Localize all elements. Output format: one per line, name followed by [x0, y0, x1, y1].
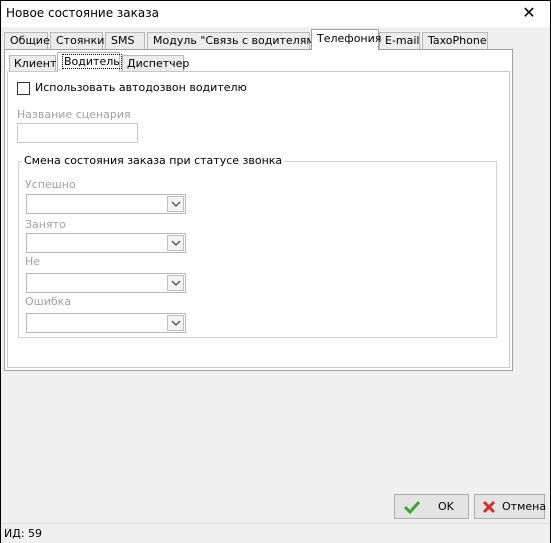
tab-general[interactable]: Общие [4, 32, 50, 50]
driver-panel: Использовать автодозвон водителю Названи… [7, 71, 510, 368]
close-icon[interactable]: ✕ [520, 4, 538, 22]
group-title: Смена состояния заказа при статусе звонк… [22, 154, 285, 167]
tab-dispatcher[interactable]: Диспетчер [122, 55, 189, 72]
tab-label: E-mail [385, 34, 420, 47]
tab-driver[interactable]: Водитель [57, 52, 122, 72]
tab-label: SMS [111, 34, 135, 47]
tab-label: Водитель [62, 54, 122, 69]
scenario-label: Название сценария [17, 108, 131, 121]
tab-label: Диспетчер [127, 57, 190, 70]
combo-label-busy: Занято [25, 218, 66, 231]
client-area: Общие Стоянки SMS Модуль "Связь с водите… [1, 27, 550, 543]
tab-driver-communication[interactable]: Модуль "Связь с водителями" [147, 32, 327, 50]
cancel-button-label: Отмена [502, 500, 547, 513]
button-bar: OK Отмена [1, 493, 550, 521]
chevron-down-icon[interactable] [167, 235, 184, 251]
status-id: ИД: 59 [4, 527, 43, 540]
dialog-window: Новое состояние заказа ✕ Общие Стоянки S… [0, 0, 551, 543]
x-icon [481, 499, 497, 515]
telephony-panel: Клиент Водитель Диспетчер Использовать а… [4, 49, 513, 371]
tab-label: Клиент [14, 57, 57, 70]
ok-button-label: OK [438, 500, 454, 513]
title-bar: Новое состояние заказа ✕ [1, 1, 550, 27]
combo-label-no-answer: Не [25, 255, 41, 268]
tab-sms[interactable]: SMS [105, 32, 145, 50]
cancel-button[interactable]: Отмена [474, 494, 547, 519]
status-bar: ИД: 59 [1, 523, 550, 543]
chevron-down-icon[interactable] [167, 196, 184, 212]
tab-label: TaxoPhone [428, 34, 487, 47]
combo-label-error: Ошибка [25, 295, 72, 308]
tab-email[interactable]: E-mail [379, 32, 420, 50]
autodial-checkbox[interactable] [17, 82, 30, 95]
scenario-input[interactable] [17, 123, 138, 143]
window-title: Новое состояние заказа [6, 6, 159, 20]
tab-telephony[interactable]: Телефония [311, 29, 382, 50]
tab-client[interactable]: Клиент [9, 55, 56, 72]
tab-parkings[interactable]: Стоянки [50, 32, 105, 50]
tab-label: Общие [10, 34, 50, 47]
ok-button[interactable]: OK [394, 494, 469, 519]
chevron-down-icon[interactable] [167, 275, 184, 291]
combo-success[interactable] [26, 194, 186, 214]
tab-label: Телефония [317, 32, 382, 45]
status-change-group: Смена состояния заказа при статусе звонк… [18, 154, 497, 338]
chevron-down-icon[interactable] [167, 315, 184, 331]
combo-no-answer[interactable] [26, 273, 186, 293]
check-icon [403, 499, 421, 515]
tab-taxophone[interactable]: TaxoPhone [422, 32, 488, 50]
tab-label: Стоянки [56, 34, 105, 47]
combo-label-success: Успешно [25, 178, 76, 191]
tab-label: Модуль "Связь с водителями" [153, 34, 327, 47]
combo-busy[interactable] [26, 233, 186, 253]
autodial-checkbox-label[interactable]: Использовать автодозвон водителю [35, 81, 247, 94]
combo-error[interactable] [26, 313, 186, 333]
